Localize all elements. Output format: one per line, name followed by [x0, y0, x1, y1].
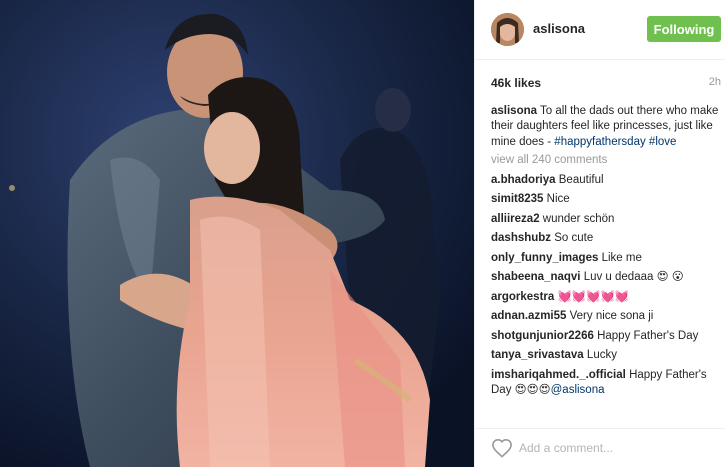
photo-illustration: [0, 0, 474, 467]
view-all-comments-link[interactable]: view all 240 comments: [491, 152, 719, 168]
comments-list: aslisona To all the dads out there who m…: [491, 104, 719, 398]
comment-item: shabeena_naqvi Luv u dedaaa 😍 😮: [491, 270, 719, 285]
comment-text: 💓💓💓💓💓: [557, 290, 630, 303]
comment-username[interactable]: tanya_srivastava: [491, 349, 584, 361]
comment-username[interactable]: dashshubz: [491, 232, 551, 244]
comment-text: Very nice sona ji: [569, 310, 654, 323]
avatar[interactable]: [491, 13, 524, 46]
comment-item: simit8235 Nice: [491, 192, 719, 207]
comment-username[interactable]: shotgunjunior2266: [491, 330, 594, 342]
comment-item: argorkestra 💓💓💓💓💓: [491, 290, 719, 305]
comment-item: alliireza2 wunder schön: [491, 212, 719, 227]
following-button[interactable]: Following: [647, 16, 721, 42]
comment-mention[interactable]: @aslisona: [551, 384, 605, 396]
comment-item: imshariqahmed._.official Happy Father's …: [491, 368, 719, 398]
author-username[interactable]: aslisona: [533, 21, 585, 36]
comment-text: Lucky: [586, 349, 617, 362]
comment-text: wunder schön: [542, 212, 615, 225]
comment-text: So cute: [554, 232, 594, 245]
comment-item: dashshubz So cute: [491, 231, 719, 246]
comment-username[interactable]: alliireza2: [491, 213, 540, 225]
likes-count[interactable]: 46k likes: [491, 76, 541, 90]
comment-item: adnan.azmi55 Very nice sona ji: [491, 309, 719, 324]
comment-item: a.bhadoriya Beautiful: [491, 173, 719, 188]
comment-item: only_funny_images Like me: [491, 251, 719, 266]
comment-text: Like me: [601, 251, 642, 264]
comment-item: shotgunjunior2266 Happy Father's Day: [491, 329, 719, 344]
comment-username[interactable]: only_funny_images: [491, 252, 598, 264]
comment-text: Luv u dedaaa 😍 😮: [583, 271, 684, 284]
post-photo[interactable]: [0, 0, 474, 467]
likes-row: 46k likes 2h: [491, 76, 721, 92]
comment-item: tanya_srivastava Lucky: [491, 348, 719, 363]
comment-username[interactable]: shabeena_naqvi: [491, 271, 580, 283]
comment-username[interactable]: a.bhadoriya: [491, 174, 556, 186]
add-comment-input[interactable]: [519, 438, 709, 458]
heart-outline-icon-svg: [492, 438, 512, 458]
comment-text: Happy Father's Day: [597, 329, 699, 342]
post-details-panel: aslisona Following 46k likes 2h aslisona…: [474, 0, 725, 467]
post-time[interactable]: 2h: [709, 76, 721, 88]
comment-username[interactable]: argorkestra: [491, 291, 554, 303]
caption: aslisona To all the dads out there who m…: [491, 104, 719, 150]
avatar-image: [491, 13, 524, 46]
heart-outline-icon[interactable]: [491, 438, 513, 458]
post-header: aslisona Following: [475, 0, 725, 60]
add-comment-row: [475, 428, 725, 467]
comment-text: Beautiful: [558, 173, 604, 186]
comment-username[interactable]: adnan.azmi55: [491, 310, 566, 322]
comment-text: Nice: [546, 193, 570, 206]
comment-username[interactable]: simit8235: [491, 193, 543, 205]
comment-username[interactable]: imshariqahmed._.official: [491, 369, 626, 381]
caption-hashtags[interactable]: #happyfathersday #love: [554, 136, 676, 148]
caption-username[interactable]: aslisona: [491, 105, 537, 117]
